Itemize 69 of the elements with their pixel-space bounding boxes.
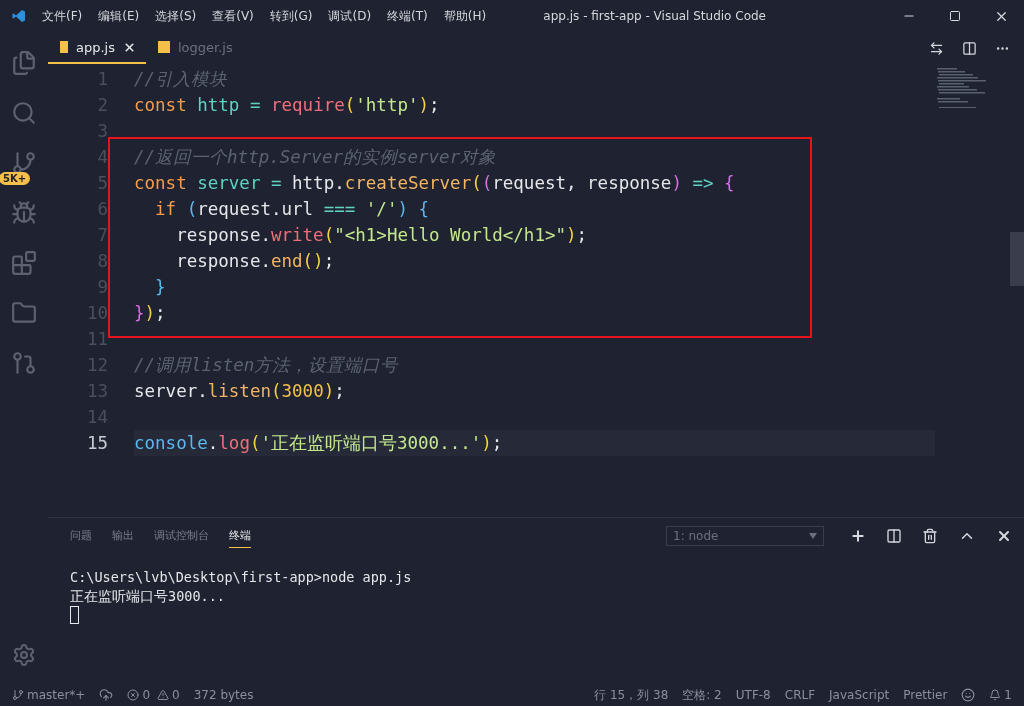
panel-tab[interactable]: 输出 bbox=[112, 524, 134, 548]
menu-item[interactable]: 文件(F) bbox=[34, 7, 91, 25]
menu-item[interactable]: 调试(D) bbox=[320, 7, 380, 25]
settings-icon[interactable] bbox=[12, 643, 36, 667]
eol-status[interactable]: CRLF bbox=[784, 688, 816, 702]
code-line: response.end(); bbox=[175, 251, 335, 271]
bell-icon[interactable] bbox=[989, 689, 1002, 701]
editor-tab[interactable]: logger.js bbox=[146, 32, 243, 64]
code-line: response.write("<h1>Hello World</h1>"); bbox=[175, 225, 588, 245]
files-icon[interactable] bbox=[11, 50, 37, 76]
code-line: //引入模块 bbox=[134, 68, 228, 91]
plus-icon[interactable] bbox=[850, 528, 866, 544]
terminal-line: C:\Users\lvb\Desktop\first-app>node app.js bbox=[70, 568, 413, 587]
bug-icon[interactable] bbox=[11, 200, 37, 226]
code-line: const http = require('http'); bbox=[134, 95, 440, 115]
error-icon[interactable] bbox=[127, 689, 140, 701]
terminal-cursor bbox=[70, 606, 79, 624]
code-line: console.log('正在监听端口号3000...'); bbox=[134, 432, 503, 455]
branch-icon[interactable] bbox=[12, 689, 24, 701]
file-size: 372 bytes bbox=[193, 688, 254, 702]
sync-icon[interactable] bbox=[99, 688, 114, 702]
terminal-select[interactable]: 1: node bbox=[666, 526, 824, 546]
cursor-position[interactable]: 行 15，列 38 bbox=[594, 686, 669, 704]
panel-tab[interactable]: 问题 bbox=[70, 524, 92, 548]
split-icon[interactable] bbox=[886, 528, 902, 544]
branch-status[interactable]: master*+ bbox=[27, 688, 86, 702]
code-line: server.listen(3000); bbox=[134, 381, 345, 401]
extensions-icon[interactable] bbox=[11, 250, 37, 276]
window-title: app.js - first-app - Visual Studio Code bbox=[543, 9, 766, 23]
panel-tab[interactable]: 调试控制台 bbox=[154, 524, 209, 548]
warning-count[interactable]: 0 bbox=[172, 688, 180, 702]
menu-item[interactable]: 转到(G) bbox=[261, 7, 321, 25]
indentation-status[interactable]: 空格: 2 bbox=[682, 686, 722, 704]
notification-badge: 5K+ bbox=[0, 172, 31, 185]
split-editor-icon[interactable] bbox=[962, 40, 977, 56]
caret-icon bbox=[809, 533, 817, 539]
menu-item[interactable]: 终端(T) bbox=[379, 7, 436, 25]
code-line: //返回一个http.Server的实例server对象 bbox=[134, 146, 497, 169]
formatter-status[interactable]: Prettier bbox=[903, 688, 948, 702]
error-count[interactable]: 0 bbox=[142, 688, 150, 702]
menu-item[interactable]: 编辑(E) bbox=[90, 7, 148, 25]
search-icon[interactable] bbox=[11, 100, 37, 126]
menu-item[interactable]: 查看(V) bbox=[204, 7, 262, 25]
line-number: 15 bbox=[48, 430, 134, 456]
terminal-line: 正在监听端口号3000... bbox=[70, 587, 226, 606]
notification-count[interactable]: 1 bbox=[1004, 688, 1012, 702]
close-icon[interactable] bbox=[996, 528, 1012, 544]
warning-icon[interactable] bbox=[157, 689, 169, 701]
trash-icon[interactable] bbox=[922, 528, 938, 544]
code-line: if (request.url === '/') { bbox=[154, 199, 430, 219]
code-line: } bbox=[154, 277, 166, 297]
encoding-status[interactable]: UTF-8 bbox=[735, 688, 771, 702]
menu-item[interactable]: 帮助(H) bbox=[435, 7, 495, 25]
code-line: const server = http.createServer((request, response) => { bbox=[134, 173, 735, 193]
panel-tab[interactable]: 终端 bbox=[229, 524, 251, 548]
maximize-icon[interactable] bbox=[949, 10, 961, 22]
editor-tab[interactable]: app.js bbox=[48, 32, 146, 64]
app-logo-icon bbox=[12, 9, 26, 23]
js-file-icon bbox=[60, 41, 68, 53]
folder-icon[interactable] bbox=[11, 300, 37, 326]
code-line: }); bbox=[134, 303, 166, 323]
language-status[interactable]: JavaScript bbox=[829, 688, 890, 702]
code-line: //调用listen方法，设置端口号 bbox=[134, 354, 399, 377]
smiley-icon[interactable] bbox=[961, 688, 976, 702]
menu-item[interactable]: 选择(S) bbox=[147, 7, 205, 25]
js-file-icon bbox=[158, 41, 170, 53]
close-icon[interactable] bbox=[123, 40, 136, 54]
git-icon[interactable] bbox=[11, 350, 37, 376]
compare-icon[interactable] bbox=[929, 40, 944, 56]
